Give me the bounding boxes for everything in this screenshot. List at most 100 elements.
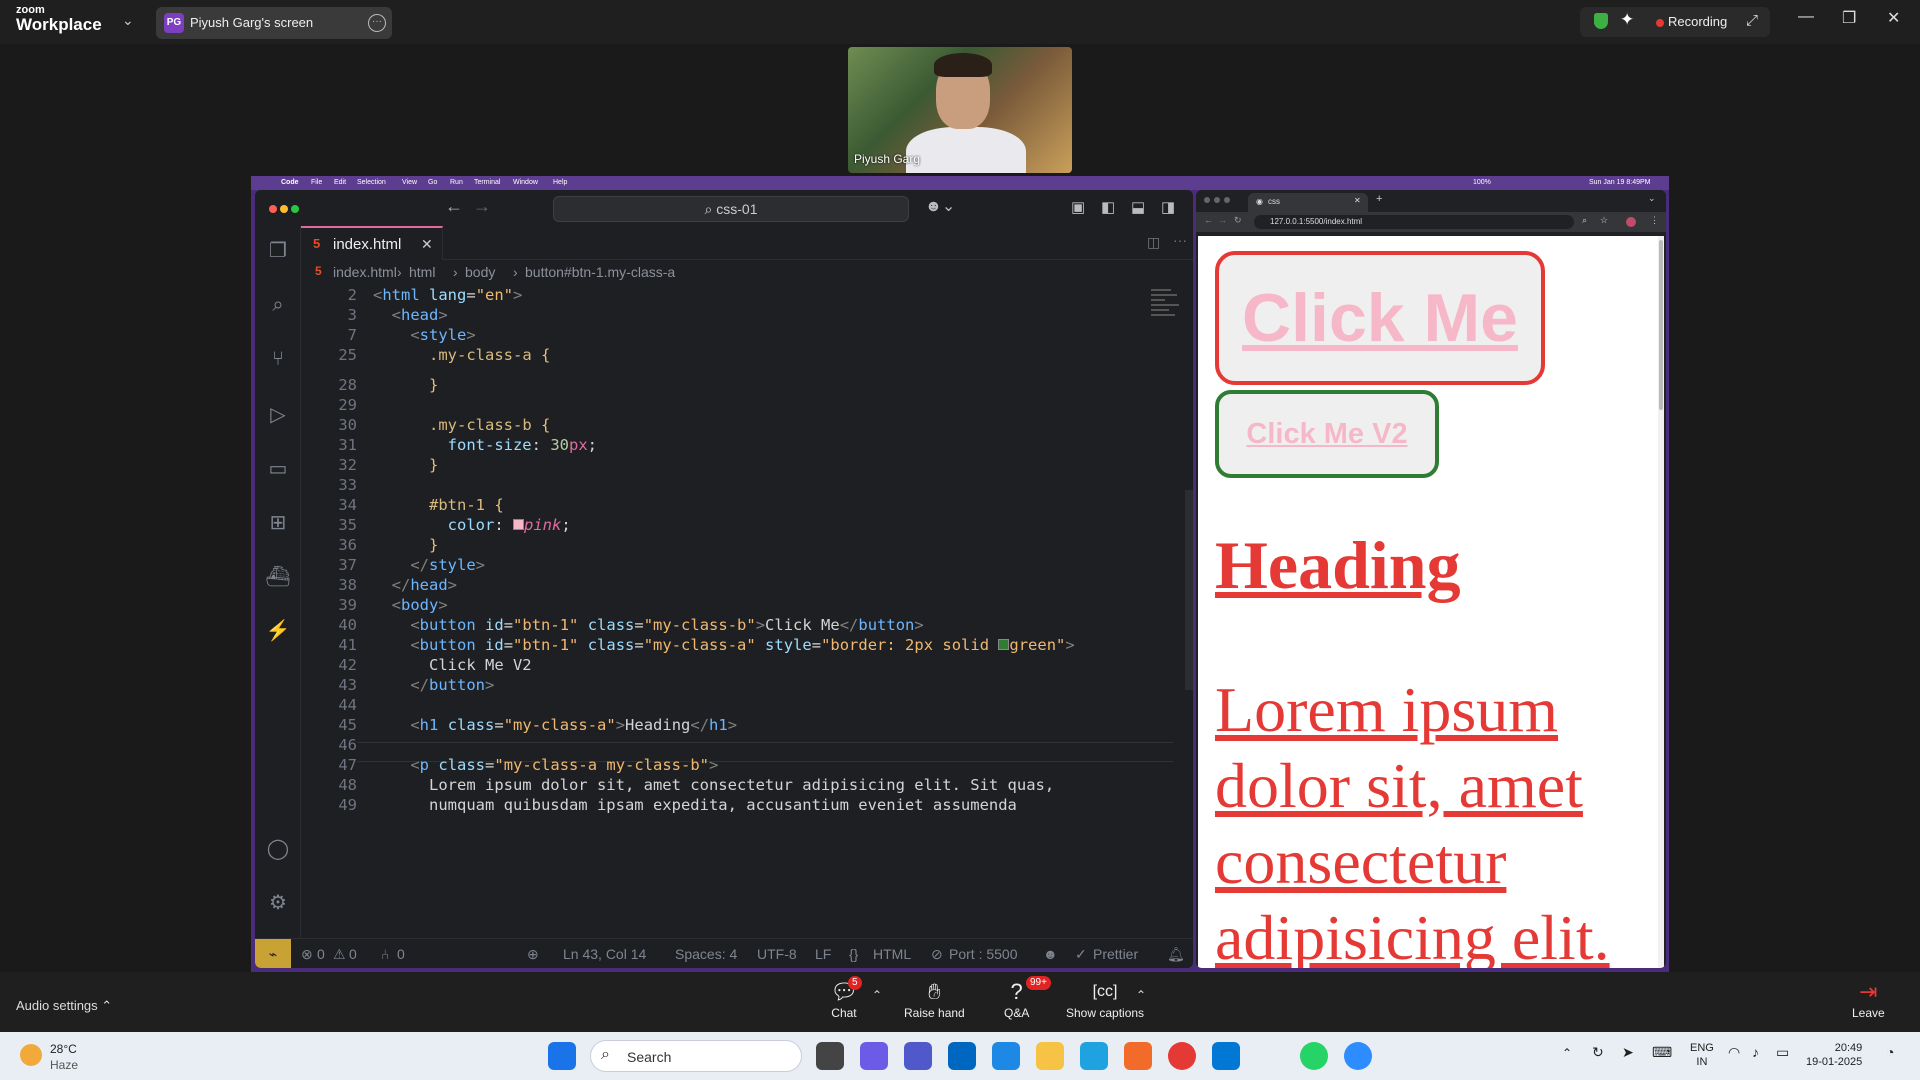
line-ending[interactable]: LF	[815, 946, 831, 962]
chat-button[interactable]: 💬︎ Chat 5	[830, 976, 862, 1020]
weather-condition[interactable]: Haze	[50, 1058, 78, 1072]
captions-button[interactable]: [cc] Show captions	[1066, 978, 1144, 1020]
whatsapp-icon[interactable]	[1300, 1042, 1328, 1070]
toggle-secondary-sidebar-icon[interactable]: ◨	[1161, 198, 1175, 216]
zoom-icon[interactable]: ⊕	[527, 946, 539, 963]
source-control-icon[interactable]: ⑂	[265, 346, 291, 372]
browser-tab[interactable]: ◉ css ✕	[1248, 193, 1368, 212]
app-icon[interactable]	[1124, 1042, 1152, 1070]
windows-start-icon[interactable]	[548, 1042, 576, 1070]
edge-icon[interactable]	[1080, 1042, 1108, 1070]
restore-icon[interactable]: ❐	[1842, 8, 1856, 28]
editor-scrollbar[interactable]	[1185, 490, 1193, 690]
errors-icon[interactable]: ⊗	[301, 946, 313, 963]
ports-icon[interactable]: ⑃	[381, 946, 389, 962]
live-server-port[interactable]: Port : 5500	[949, 946, 1018, 962]
weather-temperature[interactable]: 28°C	[50, 1042, 77, 1056]
raise-hand-button[interactable]: ✋︎ Raise hand	[904, 978, 965, 1020]
close-dot-icon[interactable]	[1204, 197, 1210, 203]
ports-count[interactable]: 0	[397, 946, 405, 962]
volume-icon[interactable]: ♪	[1752, 1044, 1759, 1060]
task-view-icon[interactable]	[816, 1042, 844, 1070]
color-swatch-pink[interactable]	[513, 519, 524, 530]
command-center-search[interactable]: ⌕ css-01	[553, 196, 909, 222]
thunder-client-icon[interactable]: ⚡	[265, 618, 291, 644]
teams-icon[interactable]	[904, 1042, 932, 1070]
menu-help[interactable]: Help	[553, 179, 567, 186]
address-bar[interactable]: 127.0.0.1:5500/index.html	[1254, 215, 1574, 229]
remote-indicator-icon[interactable]: ⌁	[255, 939, 291, 968]
chevron-up-icon[interactable]: ⌃	[1136, 988, 1146, 1002]
more-icon[interactable]: ···	[368, 14, 386, 32]
tab-close-icon[interactable]: ✕	[421, 236, 433, 253]
minimap[interactable]	[1151, 286, 1183, 346]
clock[interactable]: 20:49 19-01-2025	[1806, 1041, 1862, 1069]
search-icon[interactable]: ⌕	[265, 292, 291, 318]
error-count[interactable]: 0	[317, 946, 325, 962]
minimize-icon[interactable]: —	[1798, 8, 1814, 26]
back-arrow-icon[interactable]: ←	[1204, 215, 1213, 225]
chrome-icon[interactable]	[1168, 1042, 1196, 1070]
menu-code[interactable]: Code	[281, 179, 299, 186]
menu-run[interactable]: Run	[450, 179, 463, 186]
audio-settings-button[interactable]: Audio settings ⌃	[16, 998, 112, 1014]
minimize-dot-icon[interactable]	[1214, 197, 1220, 203]
click-me-button[interactable]: Click Me	[1215, 251, 1545, 385]
sync-icon[interactable]: ↻	[1592, 1044, 1604, 1061]
layout-icon[interactable]: ▣	[1071, 198, 1085, 216]
account-icon[interactable]: ◯	[265, 836, 291, 862]
forward-arrow-icon[interactable]: →	[1218, 215, 1227, 225]
bookmark-star-icon[interactable]: ☆	[1600, 215, 1608, 226]
language-mode[interactable]: HTML	[873, 946, 911, 962]
zoom-icon[interactable]: ⌕	[1582, 215, 1587, 226]
menu-window[interactable]: Window	[513, 179, 538, 186]
extensions-icon[interactable]: ⊞	[265, 510, 291, 536]
breadcrumb-html[interactable]: html	[409, 264, 435, 280]
keyboard-icon[interactable]: ⌨	[1652, 1044, 1672, 1061]
sparkle-icon[interactable]: ✦	[1620, 10, 1634, 30]
wifi-icon[interactable]: ◠	[1728, 1044, 1740, 1061]
remote-explorer-icon[interactable]: ▭	[265, 456, 291, 482]
menu-go[interactable]: Go	[428, 179, 437, 186]
back-arrow-icon[interactable]: ←	[445, 196, 463, 217]
breadcrumb-body[interactable]: body	[465, 264, 495, 280]
run-debug-icon[interactable]: ▷	[265, 402, 291, 428]
menu-view[interactable]: View	[402, 179, 417, 186]
profile-avatar[interactable]	[1626, 217, 1636, 227]
docker-icon[interactable]: ⛴	[265, 564, 291, 590]
menu-selection[interactable]: Selection	[357, 179, 386, 186]
send-icon[interactable]: ➤	[1622, 1044, 1634, 1061]
notification-bell-icon[interactable]: ◔	[1886, 1044, 1894, 1060]
help-icon[interactable]	[992, 1042, 1020, 1070]
menu-edit[interactable]: Edit	[334, 179, 346, 186]
warning-icon[interactable]: ⚠	[333, 946, 346, 963]
warning-count[interactable]: 0	[349, 946, 357, 962]
battery-icon[interactable]: ▭	[1776, 1044, 1789, 1061]
toggle-panel-icon[interactable]: ⬓	[1131, 198, 1145, 216]
taskbar-search[interactable]: ⌕ Search	[590, 1040, 802, 1072]
expand-icon[interactable]: ⤢	[1746, 12, 1758, 29]
tab-index-html[interactable]: 5 index.html ✕	[301, 226, 443, 260]
more-icon[interactable]: ⋮	[1650, 215, 1659, 226]
vscode-icon[interactable]	[1212, 1042, 1240, 1070]
breadcrumb-element[interactable]: button#btn-1.my-class-a	[525, 264, 675, 280]
chevron-down-icon[interactable]: ⌄	[122, 12, 134, 29]
screen-share-indicator[interactable]: PG Piyush Garg's screen ···	[156, 7, 392, 39]
chevron-up-icon[interactable]: ⌃	[1562, 1046, 1572, 1060]
participant-video[interactable]: Piyush Garg	[848, 47, 1072, 173]
copilot-status-icon[interactable]: ☻	[1043, 946, 1058, 962]
gear-icon[interactable]: ⚙	[265, 890, 291, 916]
forward-arrow-icon[interactable]: →	[473, 196, 491, 217]
chevron-up-icon[interactable]: ⌃	[872, 988, 882, 1002]
recording-indicator[interactable]: ✦ Recording ⤢	[1580, 7, 1770, 37]
indentation[interactable]: Spaces: 4	[675, 946, 737, 962]
close-icon[interactable]: ✕	[1887, 8, 1900, 28]
color-swatch-green[interactable]	[998, 639, 1010, 650]
close-dot-icon[interactable]	[269, 205, 277, 213]
click-me-v2-button[interactable]: Click Me V2	[1215, 390, 1439, 478]
reload-icon[interactable]: ↻	[1234, 215, 1242, 226]
copilot-icon[interactable]	[860, 1042, 888, 1070]
page-scrollbar[interactable]	[1658, 236, 1664, 968]
zoom-app-icon[interactable]	[1344, 1042, 1372, 1070]
cursor-position[interactable]: Ln 43, Col 14	[563, 946, 646, 962]
